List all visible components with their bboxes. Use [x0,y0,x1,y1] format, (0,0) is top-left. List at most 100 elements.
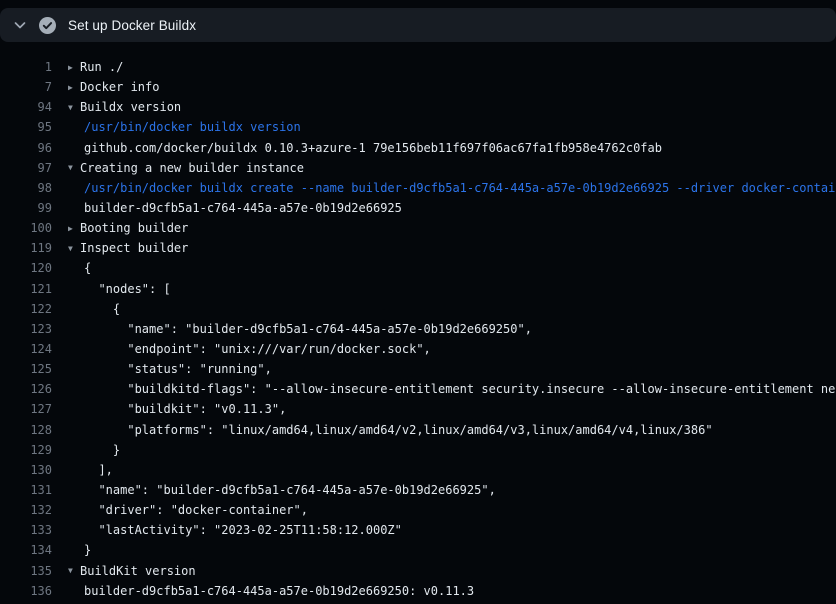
triangle-collapsed-icon[interactable]: ▶ [68,83,80,92]
line-number[interactable]: 94 [0,100,52,114]
line-content: "name": "builder-d9cfb5a1-c764-445a-a57e… [68,483,496,497]
log-line: 133 "lastActivity": "2023-02-25T11:58:12… [0,520,836,540]
line-number[interactable]: 133 [0,523,52,537]
line-number[interactable]: 97 [0,161,52,175]
line-number[interactable]: 123 [0,322,52,336]
triangle-expanded-icon[interactable]: ▼ [68,163,80,172]
line-number[interactable]: 1 [0,60,52,74]
log-line: 128 "platforms": "linux/amd64,linux/amd6… [0,420,836,440]
output-text: { [68,302,120,316]
line-number[interactable]: 95 [0,120,52,134]
group-title: Run ./ [80,60,123,74]
line-number[interactable]: 99 [0,201,52,215]
line-number[interactable]: 128 [0,423,52,437]
line-content: builder-d9cfb5a1-c764-445a-a57e-0b19d2e6… [68,584,474,598]
line-content: "status": "running", [68,362,272,376]
line-number[interactable]: 98 [0,181,52,195]
triangle-expanded-icon[interactable]: ▼ [68,244,80,253]
command-text: /usr/bin/docker buildx version [68,120,301,134]
line-content: github.com/docker/buildx 0.10.3+azure-1 … [68,141,662,155]
actions-log-viewer: Set up Docker Buildx 1▶Run ./7▶Docker in… [0,0,836,604]
log-group-row[interactable]: 97 ▼Creating a new builder instance [0,158,836,178]
line-number[interactable]: 120 [0,261,52,275]
line-content: "endpoint": "unix:///var/run/docker.sock… [68,342,431,356]
line-content: /usr/bin/docker buildx version [68,120,301,134]
line-content: ▶Docker info [68,80,159,94]
command-text: /usr/bin/docker buildx create --name bui… [68,181,836,195]
log-line: 121 "nodes": [ [0,279,836,299]
log-group-row[interactable]: 135 ▼BuildKit version [0,561,836,581]
step-header[interactable]: Set up Docker Buildx [0,8,836,42]
output-text: "buildkitd-flags": "--allow-insecure-ent… [68,382,836,396]
triangle-collapsed-icon[interactable]: ▶ [68,224,80,233]
line-content: "name": "builder-d9cfb5a1-c764-445a-a57e… [68,322,532,336]
output-text: "nodes": [ [68,282,171,296]
log-line: 127 "buildkit": "v0.11.3", [0,399,836,419]
line-content: ▼Buildx version [68,100,181,114]
line-number[interactable]: 132 [0,503,52,517]
output-text: "lastActivity": "2023-02-25T11:58:12.000… [68,523,402,537]
line-content: "driver": "docker-container", [68,503,308,517]
line-number[interactable]: 130 [0,463,52,477]
line-number[interactable]: 125 [0,362,52,376]
log-line: 122 { [0,299,836,319]
group-title: Inspect builder [80,241,188,255]
log-line: 99 builder-d9cfb5a1-c764-445a-a57e-0b19d2… [0,198,836,218]
line-number[interactable]: 134 [0,543,52,557]
log-line: 96 github.com/docker/buildx 0.10.3+azure-… [0,138,836,158]
line-content: "buildkit": "v0.11.3", [68,402,286,416]
line-number[interactable]: 135 [0,564,52,578]
output-text: "platforms": "linux/amd64,linux/amd64/v2… [68,423,713,437]
group-title: BuildKit version [80,564,196,578]
log-group-row[interactable]: 7 ▶Docker info [0,77,836,97]
line-number[interactable]: 129 [0,443,52,457]
line-number[interactable]: 100 [0,221,52,235]
line-number[interactable]: 126 [0,382,52,396]
output-text: ], [68,463,113,477]
line-number[interactable]: 119 [0,241,52,255]
line-content: } [68,543,91,557]
line-number[interactable]: 121 [0,282,52,296]
log-line: 130 ], [0,460,836,480]
triangle-expanded-icon[interactable]: ▼ [68,103,80,112]
check-circle-icon [39,17,56,34]
output-text: { [68,261,91,275]
chevron-down-icon[interactable] [12,17,28,33]
line-number[interactable]: 96 [0,141,52,155]
log-line: 125 "status": "running", [0,359,836,379]
log-line: 132 "driver": "docker-container", [0,500,836,520]
log-line: 129 } [0,440,836,460]
line-number[interactable]: 131 [0,483,52,497]
line-content: { [68,261,91,275]
log-lines: 1▶Run ./7▶Docker info94▼Buildx version95… [0,42,836,604]
line-content: "buildkitd-flags": "--allow-insecure-ent… [68,382,836,396]
log-group-row[interactable]: 100▶Booting builder [0,218,836,238]
output-text: "name": "builder-d9cfb5a1-c764-445a-a57e… [68,483,496,497]
output-text: } [68,543,91,557]
log-line: 124 "endpoint": "unix:///var/run/docker.… [0,339,836,359]
output-text: } [68,443,120,457]
line-number[interactable]: 136 [0,584,52,598]
line-content: ▼BuildKit version [68,564,196,578]
triangle-collapsed-icon[interactable]: ▶ [68,63,80,72]
output-text: "status": "running", [68,362,272,376]
line-content: "lastActivity": "2023-02-25T11:58:12.000… [68,523,402,537]
line-number[interactable]: 7 [0,80,52,94]
group-title: Creating a new builder instance [80,161,304,175]
line-number[interactable]: 124 [0,342,52,356]
line-number[interactable]: 127 [0,402,52,416]
triangle-expanded-icon[interactable]: ▼ [68,566,80,575]
group-title: Buildx version [80,100,181,114]
output-text: "buildkit": "v0.11.3", [68,402,286,416]
log-line: 136 builder-d9cfb5a1-c764-445a-a57e-0b19d… [0,581,836,601]
line-content: ▼Creating a new builder instance [68,161,304,175]
log-group-row[interactable]: 1 ▶Run ./ [0,57,836,77]
output-text: builder-d9cfb5a1-c764-445a-a57e-0b19d2e6… [68,201,402,215]
log-group-row[interactable]: 94 ▼Buildx version [0,97,836,117]
line-content: ▼Inspect builder [68,241,188,255]
line-content: { [68,302,120,316]
log-group-row[interactable]: 119 ▼Inspect builder [0,238,836,258]
line-number[interactable]: 122 [0,302,52,316]
output-text: "name": "builder-d9cfb5a1-c764-445a-a57e… [68,322,532,336]
log-line: 131 "name": "builder-d9cfb5a1-c764-445a-… [0,480,836,500]
